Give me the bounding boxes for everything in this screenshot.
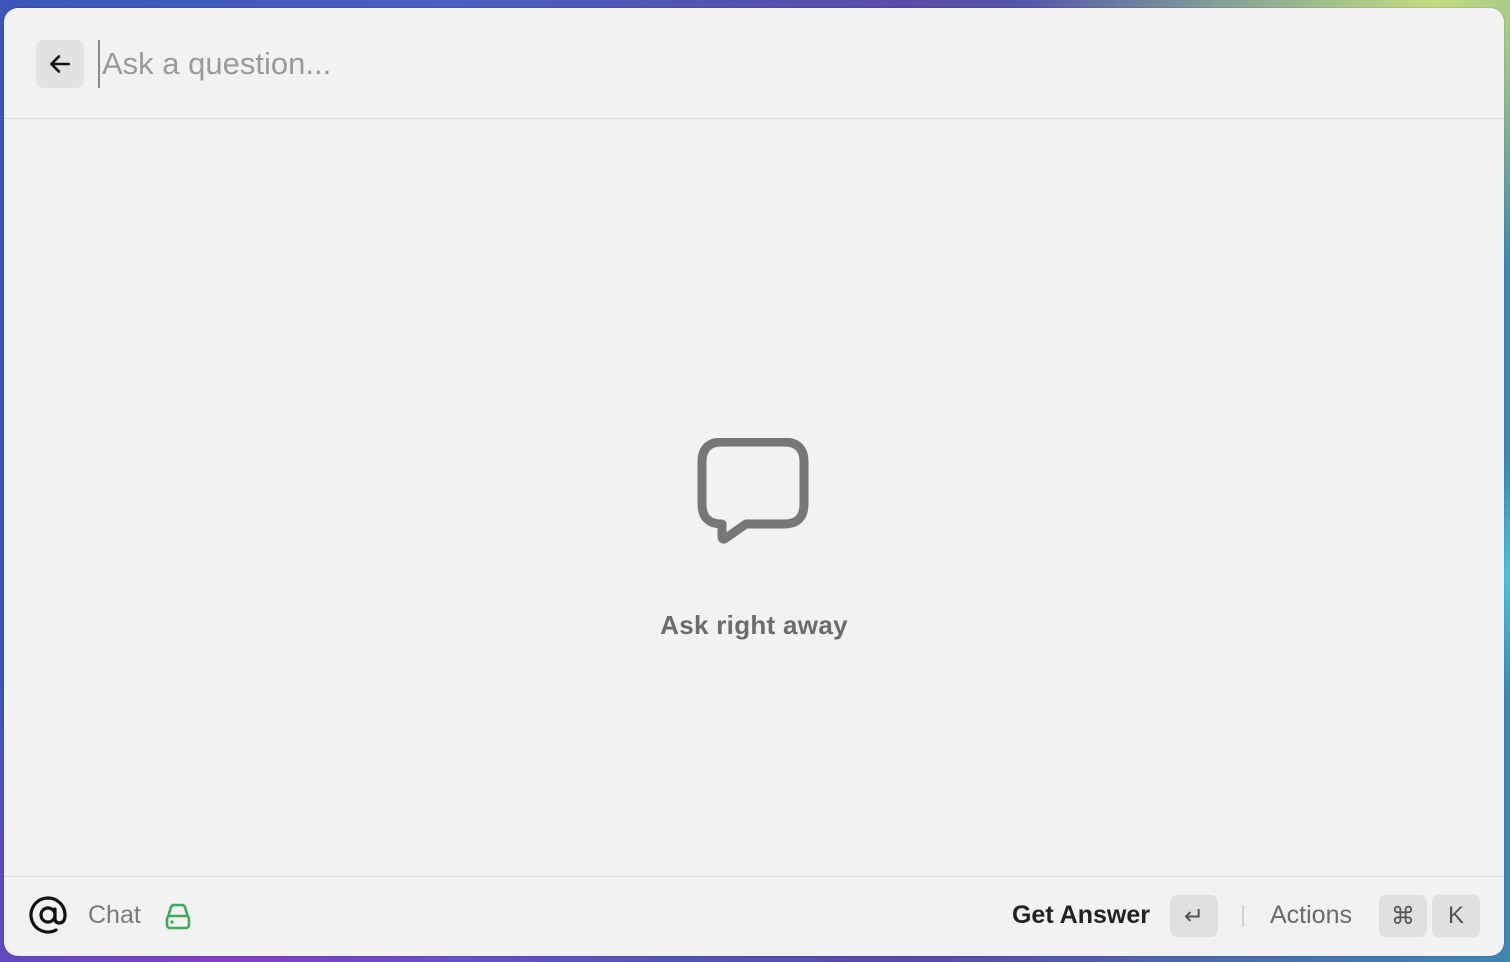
get-answer-button[interactable]: Get Answer [1012,901,1150,930]
k-key-glyph: K [1447,902,1464,929]
empty-state: Ask right away [4,438,1504,641]
action-bar: Chat Get Answer ↵ Actions ⌘ K [4,876,1504,956]
back-button[interactable] [36,40,84,88]
enter-key-glyph: ↵ [1183,902,1205,930]
k-key-hint: K [1432,895,1480,937]
empty-state-label: Ask right away [660,610,848,640]
ai-chat-window: Ask right away Chat Get Answer ↵ Actions… [4,8,1504,956]
drive-icon[interactable] [162,901,194,933]
search-header [4,8,1504,119]
command-key-hint: ⌘ [1379,895,1427,937]
command-key-glyph: ⌘ [1391,902,1415,930]
enter-key-hint: ↵ [1170,895,1218,937]
chat-bubble-icon [697,438,809,544]
actions-button[interactable]: Actions [1270,901,1352,930]
at-icon[interactable] [28,895,68,935]
question-input[interactable] [98,40,1462,88]
footer-divider [1242,905,1244,927]
arrow-left-icon [50,55,70,73]
chat-mode-label[interactable]: Chat [88,901,141,930]
